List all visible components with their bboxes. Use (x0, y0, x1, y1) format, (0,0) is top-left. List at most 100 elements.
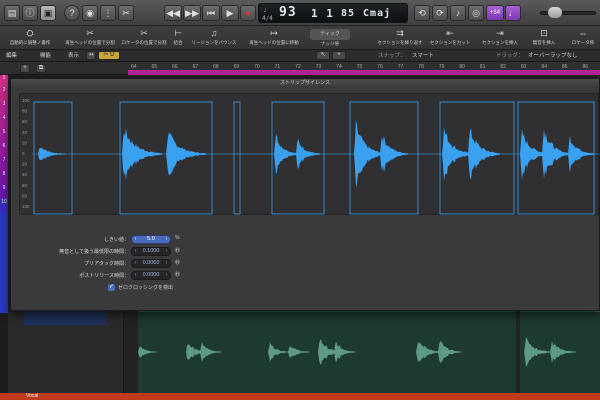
threshold-stepper[interactable]: ‹ 5.0 › (131, 235, 171, 244)
decrement-icon[interactable]: ‹ (132, 260, 139, 267)
tool-insert-silence-label: 無音を挿入 (532, 40, 556, 45)
lcd-signature: 4/4 (262, 15, 273, 22)
threshold-value[interactable]: 5.0 (140, 236, 162, 243)
tool-menu-icon[interactable]: ✂ D (98, 51, 120, 60)
snap-dropdown[interactable]: スマート (412, 51, 434, 61)
tool-auto-adjust[interactable]: ⛭ 自動的に調整ノ書作 (4, 28, 56, 48)
help-icon[interactable]: ? (64, 5, 80, 21)
tool-join[interactable]: ⊢ 結合 (168, 28, 188, 48)
green-region-waveform (138, 338, 462, 366)
master-volume-knob[interactable] (548, 7, 562, 18)
waveform-hit (542, 129, 570, 179)
decrement-icon[interactable]: ‹ (132, 248, 139, 255)
track-number-10[interactable]: 10 (0, 199, 8, 213)
tool-move-locators[interactable]: ⇔ ロケータ移 (568, 28, 598, 48)
track-name: Vocal (26, 393, 39, 399)
track-number-1[interactable]: 1 (0, 75, 8, 87)
tuner-icon[interactable]: ♪ (450, 5, 466, 21)
post-release-value[interactable]: 0.0000 (140, 272, 162, 279)
dialog-title: ストリップサイレンス (11, 79, 599, 87)
forward-button[interactable]: ▶▶ (183, 5, 201, 21)
smart-controls-icon[interactable]: ◉ (82, 5, 98, 21)
amplitude-scale-label: 0 (22, 151, 25, 156)
tool-cut-section[interactable]: ⇤ セクションをカット (426, 28, 474, 48)
tool-auto-adjust-label: 自動的に調整ノ書作 (9, 40, 51, 45)
amplitude-scale-label: 100 (22, 98, 30, 103)
marquee-tool-icon[interactable]: + (332, 51, 346, 60)
tool-split-locators[interactable]: ✂ ロケータの位置で分割 (116, 28, 172, 48)
post-release-label: ポストリリース時間： (79, 273, 129, 279)
record-button[interactable]: ● (240, 5, 256, 21)
post-release-unit: 秒 (175, 272, 181, 278)
drag-dropdown[interactable]: オーバーラップなし (528, 51, 577, 61)
track-number-11[interactable] (0, 213, 8, 313)
decrement-icon[interactable]: ‹ (132, 236, 139, 243)
rewind-button[interactable]: ◀◀ (164, 5, 182, 21)
tool-insert-section[interactable]: ⇥ セクションを挿入 (476, 28, 524, 48)
menu-functions[interactable]: 機能 (40, 51, 51, 61)
increment-icon[interactable]: › (163, 272, 170, 279)
increment-icon[interactable]: › (163, 260, 170, 267)
non-silent-region-box[interactable] (233, 101, 241, 215)
tool-nudge-value-label: ナッジ値 (321, 41, 339, 46)
track-number-2[interactable]: 2 (0, 87, 8, 101)
post-release-row: ポストリリース時間： (11, 271, 129, 281)
play-button[interactable]: ▶ (221, 5, 239, 21)
lcd-key: Cmaj (363, 8, 392, 19)
track-options-icon[interactable]: ⧉ (36, 64, 46, 73)
tool-split-playhead-label: 再生ヘッドの位置で分割 (65, 40, 115, 45)
tool-cut-section-label: セクションをカット (429, 40, 471, 45)
pre-attack-stepper[interactable]: ‹ 0.0060 › (131, 259, 171, 268)
audio-region-green-2[interactable] (520, 311, 600, 393)
pre-attack-value[interactable]: 0.0060 (140, 260, 162, 267)
tool-split-playhead[interactable]: ✂ 再生ヘッドの位置で分割 (62, 28, 118, 48)
threshold-row: しきい値： (11, 235, 129, 245)
post-release-stepper[interactable]: ‹ 0.0000 › (131, 271, 171, 280)
zero-crossing-checkbox[interactable]: ✓ (108, 284, 115, 291)
track-number-5[interactable]: 5 (0, 129, 8, 143)
toolbar-toggle-icon[interactable]: ▣ (40, 5, 56, 21)
lcd-note-glyph: ♩ (263, 7, 267, 14)
menu-view[interactable]: 表示 (68, 51, 79, 61)
increment-icon[interactable]: › (163, 236, 170, 243)
waveform-hit (38, 147, 66, 161)
lcd-display[interactable]: ♩ 4/4 93 1 1 85 Cmaj (258, 3, 408, 23)
metronome-icon[interactable]: ♩ (505, 5, 521, 21)
tool-bounce-region[interactable]: ♫ リージョンをバウンス (186, 28, 242, 48)
track-number-9[interactable]: 9 (0, 185, 8, 199)
go-to-start-button[interactable]: ⏮ (202, 5, 220, 21)
min-silence-value[interactable]: 0.1000 (140, 248, 162, 255)
min-silence-stepper[interactable]: ‹ 0.1000 › (131, 247, 171, 256)
increment-icon[interactable]: › (163, 248, 170, 255)
cycle-icon[interactable]: ⟲ (414, 5, 430, 21)
bounce-icon: ♫ (210, 28, 218, 38)
move-to-playhead-icon: ↦ (270, 28, 278, 38)
tool-nudge-value[interactable]: ティック ナッジ値 (306, 28, 354, 48)
drag-label: ドラッグ： (496, 53, 524, 59)
scissors-icon: ✂ (86, 28, 94, 38)
cpu-badge[interactable]: +34 (486, 5, 504, 21)
replace-icon[interactable]: ⟳ (432, 5, 448, 21)
decrement-icon[interactable]: ‹ (132, 272, 139, 279)
pointer-tool-icon[interactable]: ↖ (316, 51, 330, 60)
track-number-8[interactable]: 8 (0, 171, 8, 185)
mixer-icon[interactable]: ⋮ (100, 5, 116, 21)
library-icon[interactable]: ▤ (4, 5, 20, 21)
track-number-7[interactable]: 7 (0, 157, 8, 171)
tool-move-to-playhead[interactable]: ↦ 再生ヘッドの位置に移動 (246, 28, 302, 48)
track-number-3[interactable]: 3 (0, 101, 8, 115)
track-number-4[interactable]: 4 (0, 115, 8, 129)
audio-region-blue[interactable] (24, 311, 106, 325)
inspector-icon[interactable]: ⓘ (22, 5, 38, 21)
audio-region-green[interactable] (138, 311, 516, 393)
pre-attack-label: プリアタック時間： (83, 261, 129, 267)
tool-repeat-section-label: セクションを繰り返す (377, 40, 423, 45)
tool-repeat-section[interactable]: ⇉ セクションを繰り返す (372, 28, 428, 48)
solo-icon[interactable]: ◎ (468, 5, 484, 21)
add-track-icon[interactable]: + (20, 64, 30, 73)
tool-insert-silence[interactable]: ⊡ 無音を挿入 (526, 28, 562, 48)
track-number-6[interactable]: 6 (0, 143, 8, 157)
editors-icon[interactable]: ✂ (118, 5, 134, 21)
catch-playhead-icon[interactable]: ⇸ (86, 51, 96, 60)
menu-edit[interactable]: 編集 (6, 51, 17, 61)
